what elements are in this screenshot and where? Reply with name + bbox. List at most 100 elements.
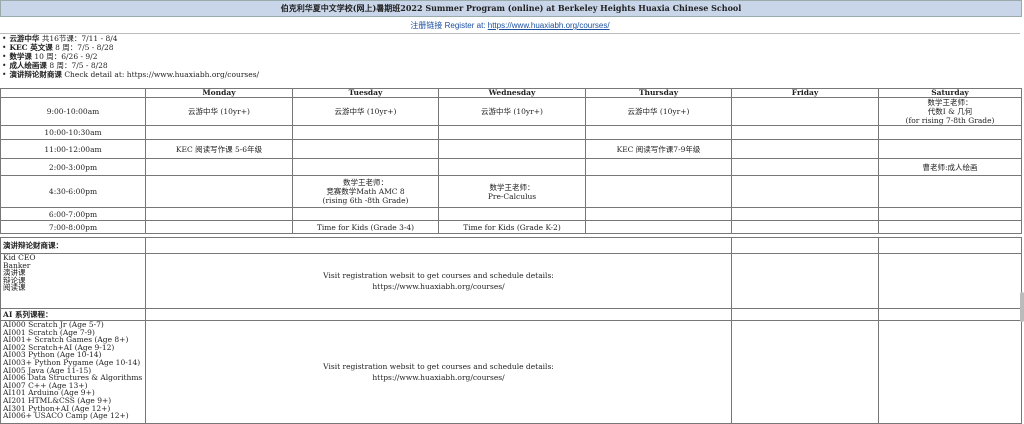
bullet-dot-icon: • — [2, 43, 7, 52]
bullet-course-name: KEC 英文课 — [9, 43, 53, 52]
class-cell — [585, 175, 732, 208]
speech-notice: Visit registration websit to get courses… — [145, 253, 732, 309]
bullet-course-detail: 共16节课：7/11 - 8/4 — [39, 34, 118, 43]
speech-notice-text: Visit registration websit to get courses… — [323, 271, 554, 280]
day-header: Wednesday — [438, 88, 586, 98]
time-header — [0, 88, 146, 98]
class-cell — [731, 220, 879, 234]
class-cell — [145, 220, 293, 234]
class-cell — [731, 207, 879, 221]
class-cell-line: Pre-Calculus — [487, 191, 537, 201]
scrollbar-thumb[interactable] — [1020, 292, 1024, 322]
day-header: Tuesday — [292, 88, 439, 98]
bullet-dot-icon: • — [2, 52, 7, 61]
schedule-row: 9:00-10:00am 云游中华 (10yr+) 云游中华 (10yr+) 云游中华… — [0, 97, 1022, 126]
schedule-row: 7:00-8:00pm Time for Kids (Grade 3-4) Time… — [0, 220, 1022, 234]
class-cell — [438, 158, 586, 176]
schedule-header-row: Monday Tuesday Wednesday Thursday Friday Satu… — [0, 88, 1022, 98]
class-cell: 云游中华 (10yr+) — [145, 97, 293, 126]
class-cell — [145, 207, 293, 221]
class-cell: 云游中华 (10yr+) — [585, 97, 732, 126]
bullet-item: • 成人绘画课 8 周：7/5 - 8/28 — [2, 61, 259, 70]
schedule-row: 2:00-3:00pm 曹老师:成人绘画 — [0, 158, 1022, 176]
ai-course-list: AI000 Scratch Jr (Age 5-7) AI001 Scratch … — [0, 320, 146, 424]
time-slot: 10:00-10:30am — [0, 125, 146, 140]
course-list-item: AI006+ USACO Camp (Age 12+) — [3, 411, 129, 421]
schedule-row: 6:00-7:00pm — [0, 207, 1022, 221]
time-slot: 4:30-6:00pm — [0, 175, 146, 208]
bullet-dot-icon: • — [2, 34, 7, 43]
time-slot: 2:00-3:00pm — [0, 158, 146, 176]
ai-notice-url[interactable]: https://www.huaxiabh.org/courses/ — [148, 372, 729, 383]
class-cell — [585, 125, 732, 140]
class-cell: KEC 阅读写作课7-9年级 — [585, 139, 732, 159]
class-cell — [878, 139, 1022, 159]
class-cell — [585, 207, 732, 221]
bullet-dot-icon: • — [2, 61, 7, 70]
class-cell — [878, 175, 1022, 208]
program-bullets: • 云游中华 共16节课：7/11 - 8/4 • KEC 英文课 8 周：7/5 -… — [2, 34, 259, 79]
class-cell — [292, 139, 439, 159]
class-cell — [438, 207, 586, 221]
class-cell — [145, 175, 293, 208]
class-cell-line: 数学王老师： — [927, 98, 973, 108]
bullet-course-detail: 8 周：7/5 - 8/28 — [52, 43, 114, 52]
class-cell — [585, 158, 732, 176]
class-cell: 数学王老师： Pre-Calculus — [438, 175, 586, 208]
bullet-course-name: 成人绘画课 — [9, 61, 47, 70]
bullet-course-name: 数学课 — [9, 52, 32, 61]
register-line: 注册链接 Register at: https://www.huaxiabh.o… — [0, 20, 1020, 34]
day-header: Saturday — [878, 88, 1022, 98]
schedule-row: 4:30-6:00pm 数学王老师： 竞赛数学Math AMC 8 (rising 6… — [0, 175, 1022, 208]
class-cell — [731, 125, 879, 140]
time-slot: 7:00-8:00pm — [0, 220, 146, 234]
class-cell: 云游中华 (10yr+) — [292, 97, 439, 126]
class-cell — [292, 207, 439, 221]
bullet-course-detail: 8 周：7/5 - 8/28 — [46, 61, 108, 70]
speech-notice-url[interactable]: https://www.huaxiabh.org/courses/ — [148, 281, 729, 292]
class-cell: 云游中华 (10yr+) — [438, 97, 586, 126]
bullet-dot-icon: • — [2, 70, 7, 79]
class-cell-line: 数学王老师： — [489, 182, 535, 192]
class-cell — [145, 158, 293, 176]
class-cell — [438, 125, 586, 140]
class-cell — [438, 139, 586, 159]
time-slot: 9:00-10:00am — [0, 97, 146, 126]
day-header: Monday — [145, 88, 293, 98]
time-slot: 11:00-12:00am — [0, 139, 146, 159]
register-link[interactable]: https://www.huaxiabh.org/courses/ — [488, 21, 610, 30]
course-list-item: 阅读课 — [3, 283, 26, 293]
class-cell: 数学王老师： 竞赛数学Math AMC 8 (rising 6th -8th Gra… — [292, 175, 439, 208]
ai-heading: AI 系列课程： — [0, 308, 146, 321]
bullet-course-name: 云游中华 — [9, 34, 40, 43]
bullet-course-detail: Check detail at: https://www.huaxiabh.or… — [61, 70, 260, 79]
class-cell: KEC 阅读写作课 5-6年级 — [145, 139, 293, 159]
courses-table: 演讲辩论财商课： Kid CEO Banker 演讲课 辩论课 阅读课 Visit re… — [0, 237, 1022, 424]
bullet-item: • KEC 英文课 8 周：7/5 - 8/28 — [2, 43, 259, 52]
class-cell: Time for Kids (Grade K-2) — [438, 220, 586, 234]
class-cell — [292, 125, 439, 140]
class-cell: 曹老师:成人绘画 — [878, 158, 1022, 176]
class-cell-line: 数学王老师： — [343, 178, 388, 187]
class-cell — [878, 220, 1022, 234]
class-cell — [731, 158, 879, 176]
day-header: Friday — [731, 88, 879, 98]
class-cell — [731, 139, 879, 159]
speech-course-list: Kid CEO Banker 演讲课 辩论课 阅读课 — [0, 253, 146, 309]
day-header: Thursday — [585, 88, 732, 98]
schedule-row: 10:00-10:30am — [0, 125, 1022, 140]
time-slot: 6:00-7:00pm — [0, 207, 146, 221]
bullet-item: • 演讲辩论财商课 Check detail at: https://www.hu… — [2, 70, 259, 79]
class-cell — [145, 125, 293, 140]
page-title: 伯克利华夏中文学校(网上)暑期班2022 Summer Program (onl… — [0, 0, 1022, 17]
class-cell — [585, 220, 732, 234]
ai-notice-text: Visit registration websit to get courses… — [323, 362, 554, 371]
register-label: 注册链接 Register at: — [410, 21, 488, 30]
class-cell — [878, 207, 1022, 221]
bullet-item: • 云游中华 共16节课：7/11 - 8/4 — [2, 34, 259, 43]
class-cell-line: (for rising 7-8th Grade) — [905, 116, 995, 125]
class-cell-line: 竞赛数学Math AMC 8 — [326, 187, 405, 196]
bullet-item: • 数学课 10 周：6/26 - 9/2 — [2, 52, 259, 61]
class-cell: Time for Kids (Grade 3-4) — [292, 220, 439, 234]
class-cell-line: (rising 6th -8th Grade) — [322, 196, 409, 205]
